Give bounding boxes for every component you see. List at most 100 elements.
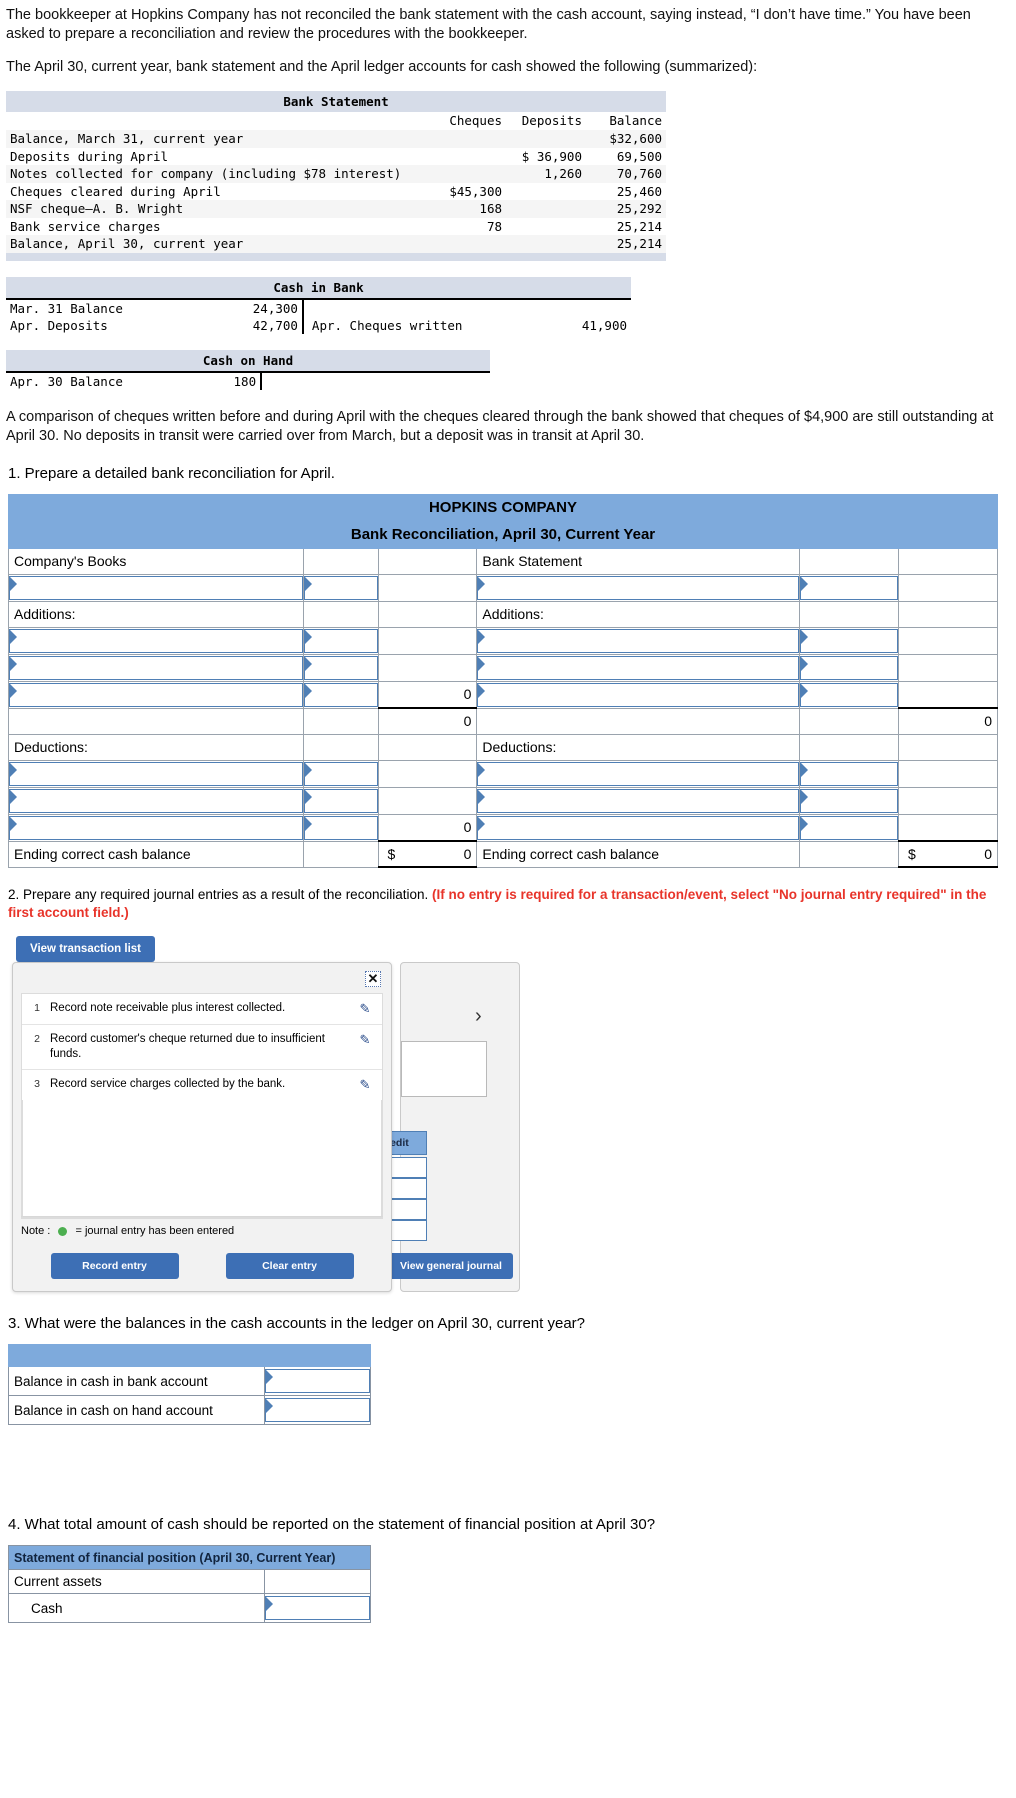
comparison-note: A comparison of cheques written before a…	[0, 390, 1016, 446]
right-deduction-3-account-cell[interactable]	[476, 813, 801, 842]
right-balance-amount-input[interactable]	[800, 575, 898, 600]
right-ending-label: Ending correct cash balance	[476, 840, 801, 868]
list-item[interactable]: 3 Record service charges collected by th…	[22, 1070, 382, 1100]
left-deduction-2-amount-cell[interactable]	[302, 786, 379, 815]
left-balance-account-cell[interactable]	[8, 573, 304, 602]
right-deduction-1-account-cell[interactable]	[476, 759, 801, 788]
cash-on-hand-balance-cell[interactable]	[264, 1395, 371, 1425]
left-deduction-1-account-cell[interactable]	[8, 759, 304, 788]
record-entry-button[interactable]: Record entry	[50, 1253, 179, 1279]
left-balance-amount-cell[interactable]	[302, 573, 379, 602]
pencil-icon[interactable]: ✎	[354, 1001, 376, 1017]
journal-entry-area: View transaction list › redit View gener…	[8, 936, 1008, 1296]
row-label: Notes collected for company (including $…	[10, 166, 402, 181]
list-item[interactable]: 2 Record customer's cheque returned due …	[22, 1025, 382, 1070]
row-cheques	[426, 235, 506, 253]
reconciliation-subtitle: Bank Reconciliation, April 30, Current Y…	[8, 520, 998, 549]
left-addition-2-amount-input[interactable]	[303, 655, 378, 680]
question-1-prompt: 1. Prepare a detailed bank reconciliatio…	[8, 464, 335, 482]
right-dollar-sign: $	[907, 846, 916, 862]
left-addition-3-account-input[interactable]	[9, 682, 303, 707]
left-balance-amount-input[interactable]	[303, 575, 378, 600]
row-cheques	[426, 148, 506, 166]
left-addition-1-amount-cell[interactable]	[302, 626, 379, 655]
table-row	[8, 573, 999, 602]
right-addition-2-account-input[interactable]	[477, 655, 800, 680]
empty-cell	[377, 573, 478, 602]
left-addition-2-amount-cell[interactable]	[302, 653, 379, 682]
left-deduction-3-amount-cell[interactable]	[302, 813, 379, 842]
header-cell-label	[8, 1344, 265, 1367]
right-addition-1-account-input[interactable]	[477, 628, 800, 653]
right-deduction-1-amount-input[interactable]	[800, 761, 898, 786]
right-deduction-3-amount-cell[interactable]	[799, 813, 899, 842]
left-addition-1-account-input[interactable]	[9, 628, 303, 653]
right-addition-3-account-input[interactable]	[477, 682, 800, 707]
empty-cell	[476, 707, 801, 735]
empty-cell	[377, 547, 478, 575]
chevron-right-icon[interactable]: ›	[475, 1005, 482, 1028]
right-deduction-2-amount-input[interactable]	[800, 788, 898, 813]
row-balance: 25,460	[616, 183, 662, 199]
cash-in-bank-balance-cell[interactable]	[264, 1366, 371, 1396]
left-deduction-1-amount-input[interactable]	[303, 761, 378, 786]
left-deduction-3-account-cell[interactable]	[8, 813, 304, 842]
right-addition-1-amount-cell[interactable]	[799, 626, 899, 655]
left-deduction-2-amount-input[interactable]	[303, 788, 378, 813]
right-addition-3-amount-cell[interactable]	[799, 680, 899, 709]
right-addition-2-account-cell[interactable]	[476, 653, 801, 682]
memo-textarea[interactable]	[401, 1041, 487, 1097]
right-deduction-1-account-input[interactable]	[477, 761, 800, 786]
right-deduction-2-account-input[interactable]	[477, 788, 800, 813]
table-row: Deductions: Deductions:	[8, 733, 999, 761]
left-deduction-2-account-input[interactable]	[9, 788, 303, 813]
right-balance-amount-cell[interactable]	[799, 573, 899, 602]
left-addition-1-account-cell[interactable]	[8, 626, 304, 655]
cash-on-hand-balance-input[interactable]	[265, 1398, 370, 1422]
right-balance-account-cell[interactable]	[476, 573, 801, 602]
pencil-icon[interactable]: ✎	[354, 1077, 376, 1093]
left-deduction-3-amount-input[interactable]	[303, 815, 378, 840]
question-2-black-text: 2. Prepare any required journal entries …	[8, 887, 429, 902]
left-addition-1-amount-input[interactable]	[303, 628, 378, 653]
left-deduction-2-account-cell[interactable]	[8, 786, 304, 815]
clear-entry-button[interactable]: Clear entry	[225, 1253, 354, 1279]
right-deduction-2-amount-cell[interactable]	[799, 786, 899, 815]
left-deduction-1-amount-cell[interactable]	[302, 759, 379, 788]
empty-cell	[799, 733, 899, 761]
row-label: Balance, April 30, current year	[10, 236, 244, 251]
left-addition-2-account-input[interactable]	[9, 655, 303, 680]
left-addition-3-amount-cell[interactable]	[302, 680, 379, 709]
right-balance-account-input[interactable]	[477, 575, 800, 600]
left-addition-2-account-cell[interactable]	[8, 653, 304, 682]
cash-in-bank-balance-label: Balance in cash in bank account	[8, 1366, 265, 1396]
right-addition-1-amount-input[interactable]	[800, 628, 898, 653]
right-deduction-2-account-cell[interactable]	[476, 786, 801, 815]
left-balance-account-input[interactable]	[9, 575, 303, 600]
right-addition-3-account-cell[interactable]	[476, 680, 801, 709]
table-row: NSF cheque—A. B. Wright 168 25,292	[6, 200, 666, 218]
close-icon[interactable]: ✕	[365, 971, 381, 987]
left-deduction-3-account-input[interactable]	[9, 815, 303, 840]
cash-value-cell[interactable]	[264, 1593, 371, 1623]
view-general-journal-button[interactable]: View general journal	[389, 1253, 513, 1279]
right-deduction-3-account-input[interactable]	[477, 815, 800, 840]
cash-in-bank-balance-input[interactable]	[265, 1369, 370, 1393]
left-addition-3-account-cell[interactable]	[8, 680, 304, 709]
list-item[interactable]: 1 Record note receivable plus interest c…	[22, 994, 382, 1025]
view-transaction-list-button[interactable]: View transaction list	[16, 936, 155, 969]
pencil-icon[interactable]: ✎	[354, 1032, 376, 1048]
financial-position-header: Statement of financial position (April 3…	[8, 1545, 371, 1570]
cash-value-input[interactable]	[265, 1596, 370, 1620]
right-addition-2-amount-cell[interactable]	[799, 653, 899, 682]
right-addition-3-amount-input[interactable]	[800, 682, 898, 707]
empty-cell	[377, 733, 478, 761]
right-deduction-1-amount-cell[interactable]	[799, 759, 899, 788]
left-deduction-1-account-input[interactable]	[9, 761, 303, 786]
left-addition-3-amount-input[interactable]	[303, 682, 378, 707]
right-deduction-3-amount-input[interactable]	[800, 815, 898, 840]
right-addition-1-account-cell[interactable]	[476, 626, 801, 655]
cash-on-hand-account: Cash on Hand Apr. 30 Balance 180	[6, 349, 490, 390]
table-row: Balance, March 31, current year $32,600	[6, 130, 666, 148]
right-addition-2-amount-input[interactable]	[800, 655, 898, 680]
